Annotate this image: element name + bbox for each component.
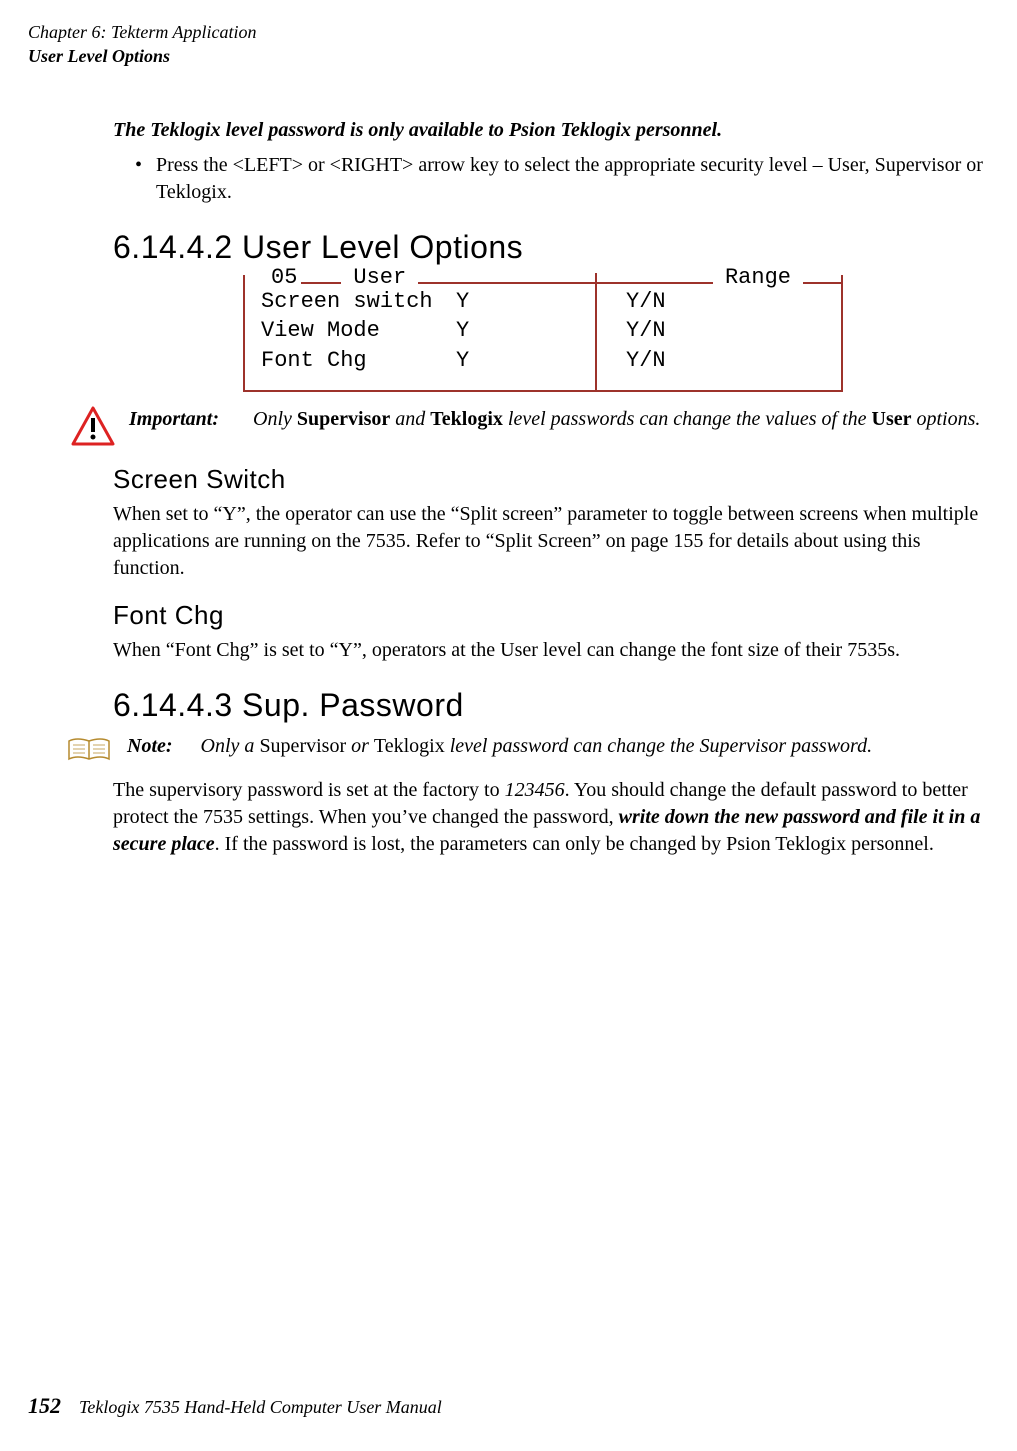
font-chg-text: When “Font Chg” is set to “Y”, operators…	[113, 637, 989, 664]
bullet-icon: •	[135, 152, 142, 206]
footer-manual-title: Teklogix 7535 Hand-Held Computer User Ma…	[79, 1395, 442, 1419]
heading-font-chg: Font Chg	[113, 598, 989, 633]
user-options-diagram: 05 User Range Screen switchYY/N View Mod…	[243, 275, 843, 392]
bullet-item: • Press the <LEFT> or <RIGHT> arrow key …	[113, 152, 989, 206]
page-number: 152	[28, 1391, 61, 1421]
heading-6-14-4-3: 6.14.4.3 Sup. Password	[113, 684, 989, 727]
note-label: Note:	[127, 733, 187, 760]
important-callout: Important: Only Supervisor and Teklogix …	[71, 406, 989, 446]
bullet-text: Press the <LEFT> or <RIGHT> arrow key to…	[156, 152, 989, 206]
heading-screen-switch: Screen Switch	[113, 462, 989, 497]
lead-sentence: The Teklogix level password is only avai…	[113, 117, 989, 144]
important-text: Only Supervisor and Teklogix level passw…	[253, 406, 980, 433]
page-header-chapter: Chapter 6: Tekterm Application	[28, 20, 989, 44]
diagram-row: Font ChgYY/N	[261, 346, 825, 376]
book-icon	[65, 735, 113, 765]
note-text: Only a Supervisor or Teklogix level pass…	[201, 733, 873, 760]
page-header-section: User Level Options	[28, 44, 989, 68]
diagram-row: View ModeYY/N	[261, 316, 825, 346]
screen-switch-text: When set to “Y”, the operator can use th…	[113, 501, 989, 582]
sup-password-text: The supervisory password is set at the f…	[113, 777, 989, 858]
diagram-row: Screen switchYY/N	[261, 287, 825, 317]
note-callout: Note: Only a Supervisor or Teklogix leve…	[65, 733, 989, 765]
important-label: Important:	[129, 406, 239, 433]
page-content: The Teklogix level password is only avai…	[113, 117, 989, 859]
page-footer: 152 Teklogix 7535 Hand-Held Computer Use…	[28, 1391, 442, 1421]
warning-icon	[71, 406, 115, 446]
